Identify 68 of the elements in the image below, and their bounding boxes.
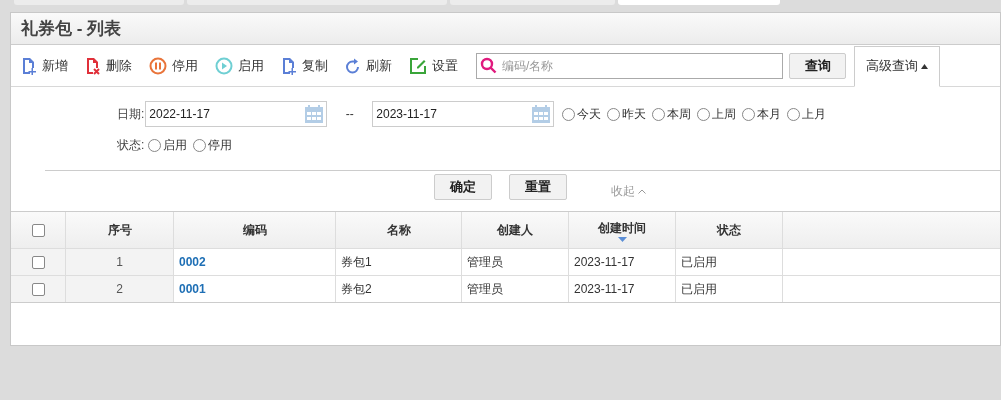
advanced-query-tab[interactable]: 高级查询 [854, 45, 940, 87]
confirm-button[interactable]: 确定 [434, 174, 492, 200]
radio-label: 启用 [163, 137, 188, 154]
column-header[interactable]: 创建时间 [569, 212, 676, 248]
checkbox[interactable] [31, 282, 45, 296]
radio-label: 上周 [712, 106, 737, 123]
reset-button[interactable]: 重置 [509, 174, 567, 200]
column-header[interactable]: 编码 [174, 212, 336, 248]
toolbar-button[interactable]: 新增 [21, 55, 68, 76]
table-cell: 券包2 [336, 276, 462, 302]
column-header[interactable]: 名称 [336, 212, 462, 248]
range-separator: -- [344, 106, 355, 123]
radio-label: 停用 [208, 137, 233, 154]
column-header[interactable]: 序号 [66, 212, 174, 248]
radio-button[interactable] [697, 107, 711, 121]
radio-label: 昨天 [622, 106, 647, 123]
radio-button[interactable] [562, 107, 576, 121]
table-cell: 券包1 [336, 249, 462, 275]
table-cell: 1 [66, 249, 174, 275]
toolbar-button[interactable]: 复制 [281, 55, 328, 76]
code-link[interactable]: 0001 [174, 276, 336, 302]
radio-button[interactable] [148, 138, 162, 152]
table-cell: 已启用 [676, 276, 783, 302]
radio-label: 本月 [757, 106, 782, 123]
toolbar-button[interactable]: 停用 [149, 55, 198, 76]
toolbar-button[interactable]: 刷新 [345, 55, 392, 76]
checkbox[interactable] [31, 255, 45, 269]
document-x-icon [85, 56, 101, 75]
checkbox[interactable] [31, 223, 45, 237]
toolbar-button[interactable]: 设置 [409, 55, 458, 76]
search-icon [480, 56, 497, 74]
table-cell: 管理员 [462, 249, 569, 275]
pause-icon [149, 56, 167, 75]
edit-icon [409, 56, 427, 75]
column-header[interactable]: 创建人 [462, 212, 569, 248]
table-cell: 2 [66, 276, 174, 302]
table-cell: 2023-11-17 [569, 249, 676, 275]
table-cell: 管理员 [462, 276, 569, 302]
caret-icon [921, 63, 928, 69]
sort-down-icon [617, 236, 627, 242]
column-header[interactable]: 状态 [676, 212, 783, 248]
calendar-icon[interactable] [531, 104, 552, 124]
start-date-field[interactable]: 2022-11-17 [145, 101, 328, 127]
table-cell: 已启用 [676, 249, 783, 275]
page-title: 礼券包 - 列表 [21, 17, 122, 40]
calendar-icon[interactable] [304, 104, 325, 124]
date-label: 日期: [117, 106, 145, 123]
table-cell: 2023-11-17 [569, 276, 676, 302]
toolbar-button[interactable]: 删除 [85, 55, 132, 76]
radio-button[interactable] [607, 107, 621, 121]
toolbar-button[interactable]: 启用 [215, 55, 264, 76]
radio-button[interactable] [742, 107, 756, 121]
status-label: 状态: [117, 137, 145, 154]
radio-label: 今天 [577, 106, 602, 123]
search-field[interactable]: 编码/名称 [476, 52, 783, 79]
chevron-up-icon [638, 188, 646, 194]
document-plus-icon [21, 56, 37, 75]
radio-button[interactable] [787, 107, 801, 121]
code-link[interactable]: 0002 [174, 249, 336, 275]
radio-label: 上月 [802, 106, 827, 123]
document-plus-icon [281, 56, 297, 75]
refresh-icon [345, 56, 361, 75]
radio-label: 本周 [667, 106, 692, 123]
query-button[interactable]: 查询 [789, 52, 846, 79]
radio-button[interactable] [652, 107, 666, 121]
play-icon [215, 56, 233, 75]
end-date-field[interactable]: 2023-11-17 [372, 101, 555, 127]
radio-button[interactable] [193, 138, 207, 152]
